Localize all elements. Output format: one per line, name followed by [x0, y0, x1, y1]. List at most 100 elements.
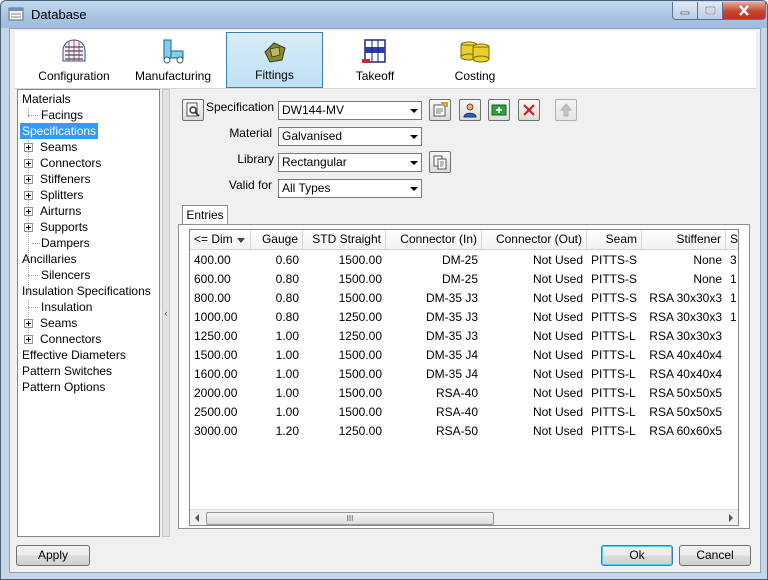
title-bar[interactable]: Database [1, 1, 767, 28]
user-button[interactable] [459, 99, 481, 121]
table-cell[interactable]: 1.00 [251, 365, 303, 384]
ok-button[interactable]: Ok [601, 545, 673, 566]
tree-item-connectors[interactable]: Connectors [40, 155, 101, 171]
cancel-button[interactable]: Cancel [679, 545, 751, 566]
tree-item-stiffeners[interactable]: Stiffeners [40, 171, 90, 187]
table-cell[interactable]: RSA 30x30x3 [642, 327, 726, 346]
table-cell[interactable]: DM-25 [386, 251, 482, 270]
table-cell[interactable]: 1250.00 [303, 327, 386, 346]
table-cell[interactable]: Not Used [482, 327, 587, 346]
entries-grid[interactable]: <= Dim Gauge STD Straight Connector (In)… [189, 229, 739, 526]
tree-item-insulation-specifications[interactable]: Insulation Specifications [22, 283, 151, 299]
table-cell[interactable]: 400.00 [190, 251, 251, 270]
tree-item-ins-seams[interactable]: Seams [40, 315, 77, 331]
tree-item-silencers[interactable]: Silencers [41, 267, 90, 283]
table-cell[interactable]: 1 [726, 270, 738, 289]
table-cell[interactable]: RSA 50x50x5 [642, 384, 726, 403]
table-cell[interactable]: 1500.00 [303, 251, 386, 270]
table-cell[interactable]: 1500.00 [303, 384, 386, 403]
expand-ins-connectors-icon[interactable] [24, 335, 33, 344]
table-cell[interactable]: None [642, 270, 726, 289]
table-cell[interactable]: Not Used [482, 289, 587, 308]
edit-specification-button[interactable] [429, 99, 451, 121]
expand-seams-icon[interactable] [24, 143, 33, 152]
table-cell[interactable]: Not Used [482, 384, 587, 403]
table-cell[interactable]: 600.00 [190, 270, 251, 289]
scrollbar-thumb[interactable]: III [206, 512, 494, 525]
table-cell[interactable]: DM-35 J3 [386, 327, 482, 346]
table-cell[interactable]: PITTS-S [587, 289, 642, 308]
tree-item-splitters[interactable]: Splitters [40, 187, 83, 203]
table-row[interactable]: 2000.00 1.00 1500.00 RSA-40 Not Used PITTS-L R… [190, 384, 738, 403]
expand-ins-seams-icon[interactable] [24, 319, 33, 328]
tree-item-effective-diameters[interactable]: Effective Diameters [22, 347, 126, 363]
tree-item-dampers[interactable]: Dampers [41, 235, 90, 251]
table-row[interactable]: 1600.00 1.00 1500.00 DM-35 J4 Not Used PITTS-… [190, 365, 738, 384]
maximize-button[interactable] [697, 2, 723, 20]
table-cell[interactable]: RSA 40x40x4 [642, 365, 726, 384]
table-cell[interactable]: DM-35 J3 [386, 308, 482, 327]
column-header-stiffener[interactable]: Stiffener [642, 230, 726, 250]
table-cell[interactable]: 800.00 [190, 289, 251, 308]
table-row[interactable]: 2500.00 1.00 1500.00 RSA-40 Not Used PITTS-L R… [190, 403, 738, 422]
table-cell[interactable]: 1.00 [251, 346, 303, 365]
table-row[interactable]: 400.00 0.60 1500.00 DM-25 Not Used PITTS-S Non… [190, 251, 738, 270]
table-cell[interactable]: 1500.00 [190, 346, 251, 365]
table-cell[interactable]: DM-35 J4 [386, 346, 482, 365]
table-cell[interactable]: RSA 60x60x5 [642, 422, 726, 441]
tree-item-seams[interactable]: Seams [40, 139, 77, 155]
tree-item-ins-connectors[interactable]: Connectors [40, 331, 101, 347]
table-cell[interactable]: 1250.00 [190, 327, 251, 346]
tree-item-insulation[interactable]: Insulation [41, 299, 92, 315]
table-cell[interactable]: DM-35 J3 [386, 289, 482, 308]
horizontal-scrollbar[interactable]: III [190, 509, 738, 525]
table-cell[interactable]: RSA-50 [386, 422, 482, 441]
table-cell[interactable]: 1250.00 [303, 308, 386, 327]
table-cell[interactable]: 2000.00 [190, 384, 251, 403]
table-cell[interactable]: 1000.00 [190, 308, 251, 327]
table-cell[interactable]: Not Used [482, 346, 587, 365]
table-cell[interactable]: Not Used [482, 403, 587, 422]
expand-airturns-icon[interactable] [24, 207, 33, 216]
table-cell[interactable]: Not Used [482, 365, 587, 384]
table-cell[interactable]: PITTS-L [587, 365, 642, 384]
table-cell[interactable]: 1.00 [251, 384, 303, 403]
table-cell[interactable]: 3 [726, 251, 738, 270]
material-select[interactable]: Galvanised [278, 127, 422, 146]
move-up-button[interactable] [555, 99, 577, 121]
toolbar-configuration[interactable]: Configuration [27, 32, 121, 88]
column-header-gauge[interactable]: Gauge [251, 230, 303, 250]
table-cell[interactable]: 0.80 [251, 289, 303, 308]
tree-item-specifications[interactable]: Specifications [20, 123, 99, 139]
table-cell[interactable]: RSA-40 [386, 384, 482, 403]
column-header-seam[interactable]: Seam [587, 230, 642, 250]
table-cell[interactable]: PITTS-L [587, 327, 642, 346]
table-cell[interactable]: RSA 30x30x3 [642, 289, 726, 308]
scroll-left-icon[interactable] [195, 514, 199, 522]
tree-item-pattern-switches[interactable]: Pattern Switches [22, 363, 112, 379]
table-cell[interactable]: Not Used [482, 422, 587, 441]
column-header-dim[interactable]: <= Dim [190, 230, 251, 250]
table-cell[interactable]: PITTS-S [587, 270, 642, 289]
toolbar-manufacturing[interactable]: Manufacturing [127, 32, 219, 88]
table-cell[interactable]: PITTS-L [587, 384, 642, 403]
table-cell[interactable] [726, 384, 738, 403]
table-cell[interactable]: RSA 40x40x4 [642, 346, 726, 365]
table-cell[interactable]: 1 [726, 308, 738, 327]
tree-item-supports[interactable]: Supports [40, 219, 88, 235]
table-cell[interactable]: None [642, 251, 726, 270]
toolbar-takeoff[interactable]: Takeoff [329, 32, 421, 88]
table-cell[interactable]: 1500.00 [303, 346, 386, 365]
table-row[interactable]: 3000.00 1.20 1250.00 RSA-50 Not Used PITTS-L R… [190, 422, 738, 441]
table-cell[interactable]: Not Used [482, 308, 587, 327]
column-header-s[interactable]: S [726, 230, 738, 250]
table-cell[interactable]: 2500.00 [190, 403, 251, 422]
table-row[interactable]: 800.00 0.80 1500.00 DM-35 J3 Not Used PITTS-S… [190, 289, 738, 308]
expand-stiffeners-icon[interactable] [24, 175, 33, 184]
toolbar-fittings[interactable]: Fittings [226, 32, 323, 88]
table-cell[interactable]: RSA 30x30x3 [642, 308, 726, 327]
delete-button[interactable] [518, 99, 540, 121]
toolbar-costing[interactable]: Costing [429, 32, 521, 88]
minimize-button[interactable] [672, 2, 698, 20]
table-cell[interactable]: 0.80 [251, 308, 303, 327]
